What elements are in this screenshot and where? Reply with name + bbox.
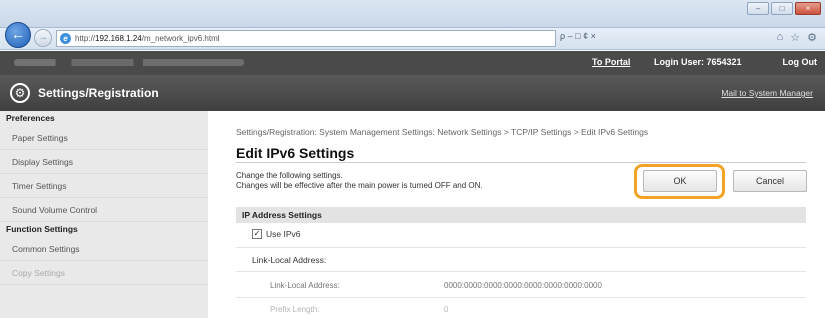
row-divider (236, 247, 806, 248)
link-local-address-label: Link-Local Address: (270, 281, 340, 290)
sidebar-item-paper-settings[interactable]: Paper Settings (0, 126, 208, 150)
instructions-line-2: Changes will be effective after the main… (236, 181, 483, 190)
use-ipv6-checkbox[interactable]: ✓ (252, 229, 262, 239)
row-divider (236, 297, 806, 298)
prefix-length-value: 0 (444, 305, 449, 314)
instructions-text: Change the following settings. Changes w… (236, 171, 483, 191)
forward-button[interactable]: → (34, 29, 52, 47)
browser-logo-icon: e (60, 33, 71, 44)
link-local-heading: Link-Local Address: (252, 255, 327, 265)
browser-titlebar: – □ × (0, 0, 825, 28)
device-name-blurred (14, 59, 244, 66)
link-local-address-value: 0000:0000:0000:0000:0000:0000:0000:0000 (444, 281, 602, 290)
breadcrumb: Settings/Registration: System Management… (236, 127, 649, 137)
row-divider (236, 271, 806, 272)
prefix-length-label: Prefix Length: (270, 305, 320, 314)
sidebar-item-display-settings[interactable]: Display Settings (0, 150, 208, 174)
login-user-label: Login User: 7654321 (654, 57, 742, 67)
sidebar-item-sound-volume-control[interactable]: Sound Volume Control (0, 198, 208, 222)
back-button[interactable]: ← (5, 22, 31, 48)
main-content: Settings/Registration: System Management… (208, 111, 825, 318)
ok-button[interactable]: OK (643, 170, 717, 192)
address-bar[interactable]: e http://192.168.1.24/m_network_ipv6.htm… (56, 30, 556, 47)
mail-to-system-manager-link[interactable]: Mail to System Manager (721, 88, 813, 98)
maximize-button[interactable]: □ (771, 2, 793, 15)
to-portal-link[interactable]: To Portal (592, 57, 630, 67)
header-title: Settings/Registration (38, 86, 159, 100)
close-button[interactable]: × (795, 2, 821, 15)
window-controls: – □ × (747, 2, 821, 15)
use-ipv6-label: Use IPv6 (266, 229, 301, 239)
title-divider (236, 162, 806, 163)
home-icon[interactable]: ⌂ (777, 31, 784, 44)
instructions-line-1: Change the following settings. (236, 171, 343, 180)
logout-link[interactable]: Log Out (783, 57, 818, 67)
sidebar-item-copy-settings[interactable]: Copy Settings (0, 261, 208, 285)
browser-toolbar-icons: ⌂ ☆ ⚙ (777, 31, 817, 44)
use-ipv6-row[interactable]: ✓ Use IPv6 (252, 229, 301, 239)
address-url: http://192.168.1.24/m_network_ipv6.html (75, 34, 220, 43)
minimize-button[interactable]: – (747, 2, 769, 15)
settings-gear-icon: ⚙ (10, 83, 30, 103)
page-header: ⚙ Settings/Registration Mail to System M… (0, 75, 825, 111)
sidebar-group-function-settings: Function Settings (6, 224, 78, 234)
cancel-button[interactable]: Cancel (733, 170, 807, 192)
page-title: Edit IPv6 Settings (236, 145, 355, 161)
sidebar-item-timer-settings[interactable]: Timer Settings (0, 174, 208, 198)
gear-icon[interactable]: ⚙ (807, 31, 817, 44)
portal-topbar: To Portal Login User: 7654321 Log Out (0, 51, 825, 75)
address-tools[interactable]: ρ – □ ¢ × (560, 31, 596, 41)
sidebar-item-common-settings[interactable]: Common Settings (0, 237, 208, 261)
browser-navbar: ← → e http://192.168.1.24/m_network_ipv6… (0, 22, 825, 50)
sidebar-group-preferences: Preferences (6, 113, 55, 123)
ip-address-settings-header: IP Address Settings (236, 207, 806, 223)
star-icon[interactable]: ☆ (790, 31, 800, 44)
sidebar: Preferences Paper Settings Display Setti… (0, 111, 208, 318)
